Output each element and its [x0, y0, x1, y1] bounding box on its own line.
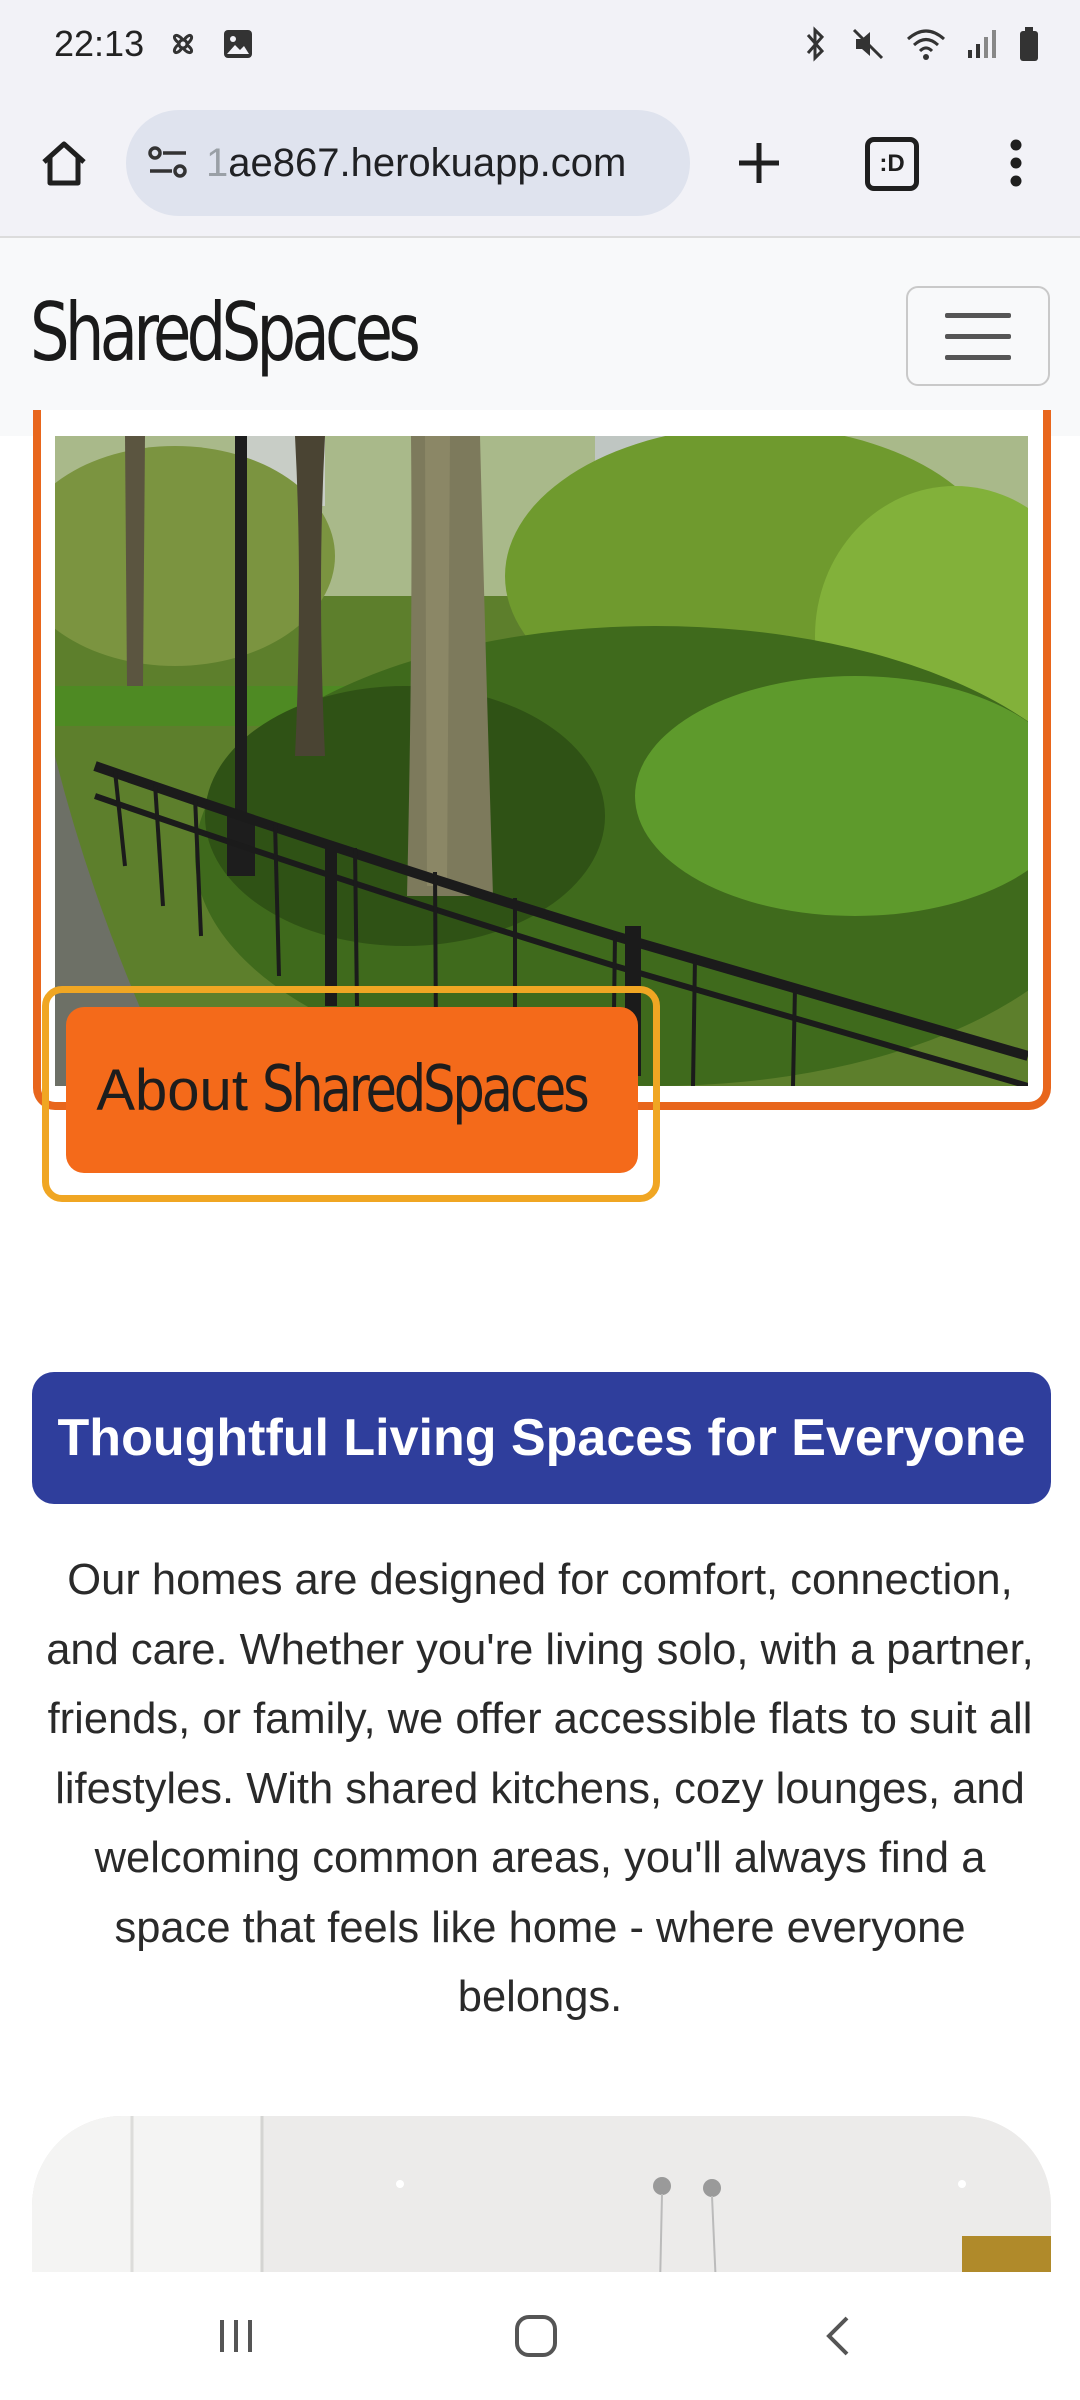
hamburger-icon-bar [945, 312, 1011, 318]
url-prefix: 1 [206, 140, 229, 185]
recent-apps-icon [220, 2320, 252, 2352]
image-icon [222, 28, 254, 60]
recent-apps-button[interactable] [206, 2306, 266, 2366]
more-vert-icon [1010, 139, 1022, 187]
system-nav-bar [0, 2272, 1080, 2400]
tab-switcher-icon: :D [865, 137, 919, 191]
hamburger-icon-bar [945, 354, 1011, 360]
about-label: About [96, 1057, 248, 1123]
status-left: 22:13 [54, 23, 254, 65]
wifi-icon [906, 27, 946, 61]
browser-toolbar: 1ae867.herokuapp.com :D [0, 88, 1080, 238]
hamburger-icon-bar [945, 333, 1011, 339]
intro-paragraph: Our homes are designed for comfort, conn… [46, 1556, 1034, 2021]
new-tab-button[interactable] [722, 122, 796, 204]
url-text: 1ae867.herokuapp.com [206, 141, 626, 186]
home-nav-icon [515, 2315, 557, 2357]
status-time: 22:13 [54, 23, 145, 64]
home-icon [42, 141, 86, 186]
about-button[interactable]: About SharedSpaces [66, 1007, 638, 1173]
signal-icon [966, 28, 998, 60]
back-icon [826, 2316, 849, 2356]
tab-count: :D [879, 150, 905, 177]
site-settings-icon[interactable] [146, 143, 190, 183]
tab-switcher-button[interactable]: :D [852, 124, 932, 204]
interior-image [32, 2116, 1051, 2286]
fan-icon [166, 27, 200, 61]
browser-menu-button[interactable] [986, 122, 1046, 204]
brand-logo[interactable]: SharedSpaces [30, 286, 421, 379]
bluetooth-icon [800, 26, 830, 62]
status-bar: 22:13 [0, 0, 1080, 88]
battery-icon [1018, 26, 1040, 62]
plus-icon [739, 143, 779, 183]
about-brand: SharedSpaces [261, 1053, 590, 1127]
home-nav-button[interactable] [506, 2306, 566, 2366]
address-bar[interactable]: 1ae867.herokuapp.com [126, 110, 690, 216]
status-right [800, 26, 1040, 62]
site-navbar: SharedSpaces [0, 238, 1080, 436]
nav-toggle-button[interactable] [906, 286, 1050, 386]
home-button[interactable] [28, 122, 100, 204]
url-host: ae867.herokuapp.com [228, 140, 627, 185]
section-heading: Thoughtful Living Spaces for Everyone [32, 1372, 1051, 1504]
mute-icon [850, 26, 886, 62]
back-button[interactable] [808, 2306, 868, 2366]
